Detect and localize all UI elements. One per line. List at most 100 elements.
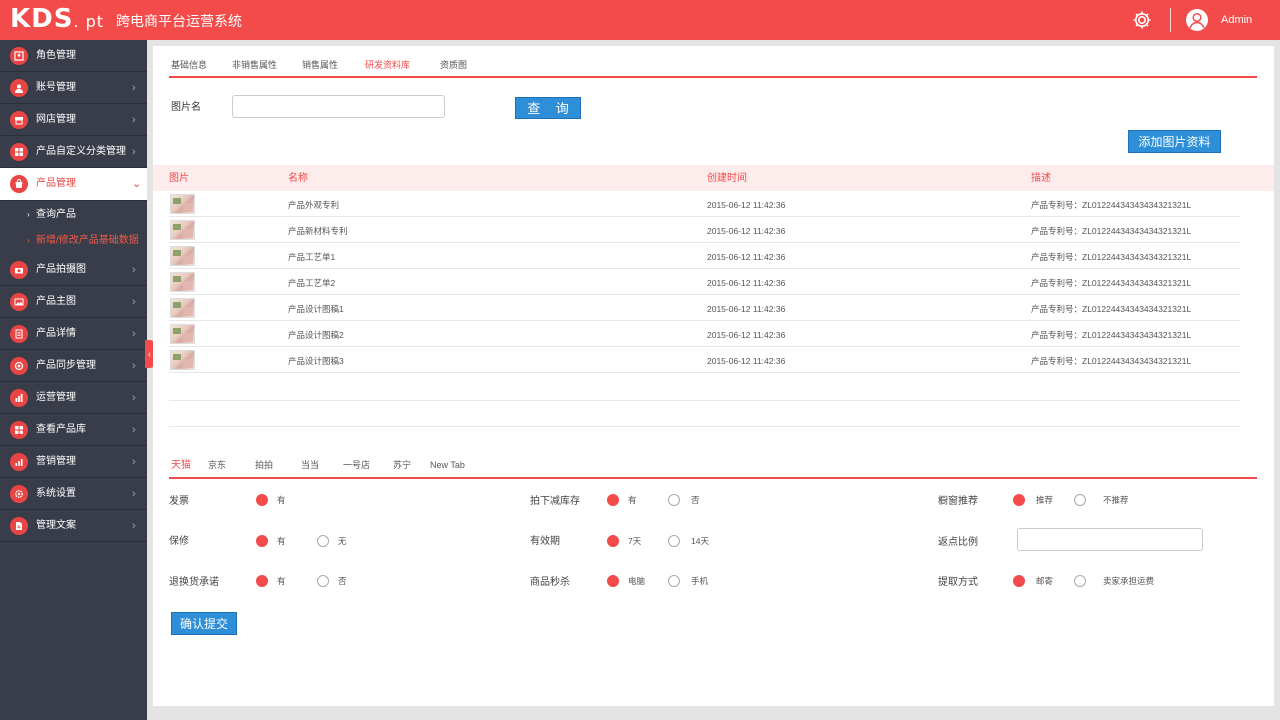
thumbnail-image[interactable] [170,272,195,292]
cell-name: 产品外观专利 [288,200,340,210]
sidebar-item-photo[interactable]: 产品拍摄图 › [0,254,147,286]
tab-new-tab[interactable]: New Tab [430,460,465,471]
gear-icon[interactable] [1131,9,1153,31]
radio-label: 电脑 [628,576,646,586]
tab-yhd[interactable]: 一号店 [343,460,370,471]
sidebar-item-settings[interactable]: 系统设置 › [0,478,147,510]
table-row[interactable]: 产品设计图稿3 2015-06-12 11:42:36 产品专利号：ZL0122… [169,347,1240,373]
sidebar-item-marketing[interactable]: 营销管理 › [0,446,147,478]
thumbnail-image[interactable] [170,298,195,318]
return-promise-label: 退换货承诺 [169,577,219,588]
return-no-radio[interactable] [317,575,329,587]
tab-jd[interactable]: 京东 [208,460,226,471]
sidebar-item-product[interactable]: 产品管理 ⌄ [0,168,147,201]
window-recommend-label: 橱窗推荐 [938,496,978,507]
warranty-yes-radio[interactable] [256,535,268,547]
warranty-no-radio[interactable] [317,535,329,547]
sidebar-item-main-image[interactable]: 产品主图 › [0,286,147,318]
table-row[interactable]: 产品设计图稿2 2015-06-12 11:42:36 产品专利号：ZL0122… [169,321,1240,347]
user-icon[interactable] [1186,9,1208,31]
cell-description: 产品专利号：ZL01224434343434321321L [1031,252,1192,262]
tab-dangdang[interactable]: 当当 [301,460,319,471]
tab-suning[interactable]: 苏宁 [393,460,411,471]
validity-7-radio[interactable] [607,535,619,547]
cell-description: 产品专利号：ZL01224434343434321321L [1031,356,1192,366]
flash-sale-label: 商品秒杀 [530,577,570,588]
sidebar-item-label: 系统设置 [36,488,76,499]
sidebar-subitem-edit-product[interactable]: › 新增/修改产品基础数据 [0,228,147,254]
sidebar-subitem-query-product[interactable]: › 查询产品 [0,202,147,228]
add-image-button[interactable]: 添加图片资料 [1128,130,1221,153]
thumbnail-image[interactable] [170,246,195,266]
tab-paipai[interactable]: 拍拍 [255,460,273,471]
chevron-right-icon: › [132,520,136,532]
cell-created: 2015-06-12 11:42:36 [707,304,786,314]
thumbnail-image[interactable] [170,324,195,344]
tab-tmall[interactable]: 天猫 [171,460,191,471]
table-row[interactable]: 产品工艺单1 2015-06-12 11:42:36 产品专利号：ZL01224… [169,243,1240,269]
table-row[interactable]: 产品新材料专利 2015-06-12 11:42:36 产品专利号：ZL0122… [169,217,1240,243]
sidebar-item-role[interactable]: 角色管理 [0,40,147,72]
cell-description: 产品专利号：ZL01224434343434321321L [1031,278,1192,288]
tab-sale-attributes[interactable]: 销售属性 [302,60,338,71]
radio-label: 邮寄 [1036,576,1054,586]
sidebar-item-copywriting[interactable]: 管理文案 › [0,510,147,542]
radio-label: 有 [277,536,286,546]
table-row[interactable]: 产品设计图稿1 2015-06-12 11:42:36 产品专利号：ZL0122… [169,295,1240,321]
apps-icon [10,421,28,439]
sidebar-item-shop[interactable]: 网店管理 › [0,104,147,136]
flash-sale-mobile-radio[interactable] [668,575,680,587]
radio-label: 无 [338,536,347,546]
table-row[interactable]: 产品外观专利 2015-06-12 11:42:36 产品专利号：ZL01224… [169,191,1240,217]
validity-label: 有效期 [530,536,560,547]
cell-created: 2015-06-12 11:42:36 [707,200,786,210]
reduce-stock-yes-radio[interactable] [607,494,619,506]
cell-description: 产品专利号：ZL01224434343434321321L [1031,200,1192,210]
thumbnail-image[interactable] [170,220,195,240]
validity-14-radio[interactable] [668,535,680,547]
reduce-stock-no-radio[interactable] [668,494,680,506]
app-title: 跨电商平台运营系统 [116,13,242,29]
cell-created: 2015-06-12 11:42:36 [707,330,786,340]
chevron-right-icon: › [132,392,136,404]
store-icon [10,111,28,129]
cell-description: 产品专利号：ZL01224434343434321321L [1031,226,1192,236]
pickup-seller-pays-radio[interactable] [1074,575,1086,587]
tab-basic-info[interactable]: 基础信息 [171,60,207,71]
image-name-input[interactable] [232,95,445,118]
main-panel: 基础信息 非销售属性 销售属性 研发资料库 资质图 图片名 查 询 添加图片资料… [153,46,1274,706]
user-card-icon [10,47,28,65]
sidebar-item-category[interactable]: 产品自定义分类管理 › [0,136,147,168]
tab-qualification-images[interactable]: 资质图 [440,60,467,71]
flash-sale-pc-radio[interactable] [607,575,619,587]
camera-icon [10,261,28,279]
cell-created: 2015-06-12 11:42:36 [707,252,786,262]
return-yes-radio[interactable] [256,575,268,587]
warranty-label: 保修 [169,536,189,547]
sidebar-item-account[interactable]: 账号管理 › [0,72,147,104]
sidebar-item-operation[interactable]: 运营管理 › [0,382,147,414]
sidebar-item-detail[interactable]: 产品详情 › [0,318,147,350]
pickup-mail-radio[interactable] [1013,575,1025,587]
table-row-empty [169,401,1240,427]
sidebar-item-label: 产品拍摄图 [36,264,86,275]
recommend-yes-radio[interactable] [1013,494,1025,506]
image-icon [10,293,28,311]
rebate-ratio-input[interactable] [1017,528,1203,551]
platform-tabs: 天猫 京东 拍拍 当当 一号店 苏宁 New Tab [169,456,1257,479]
recommend-no-radio[interactable] [1074,494,1086,506]
admin-username[interactable]: Admin [1221,14,1252,27]
sidebar-item-library[interactable]: 查看产品库 › [0,414,147,446]
submit-button[interactable]: 确认提交 [171,612,237,635]
sidebar-item-sync[interactable]: 产品同步管理 › [0,350,147,382]
tab-rd-library[interactable]: 研发资料库 [365,60,410,71]
sidebar-item-label: 管理文案 [36,520,76,531]
thumbnail-image[interactable] [170,350,195,370]
invoice-yes-radio[interactable] [256,494,268,506]
cell-created: 2015-06-12 11:42:36 [707,278,786,288]
header-divider [1170,8,1171,32]
query-button[interactable]: 查 询 [515,97,581,119]
tab-non-sale-attributes[interactable]: 非销售属性 [232,60,277,71]
thumbnail-image[interactable] [170,194,195,214]
table-row[interactable]: 产品工艺单2 2015-06-12 11:42:36 产品专利号：ZL01224… [169,269,1240,295]
